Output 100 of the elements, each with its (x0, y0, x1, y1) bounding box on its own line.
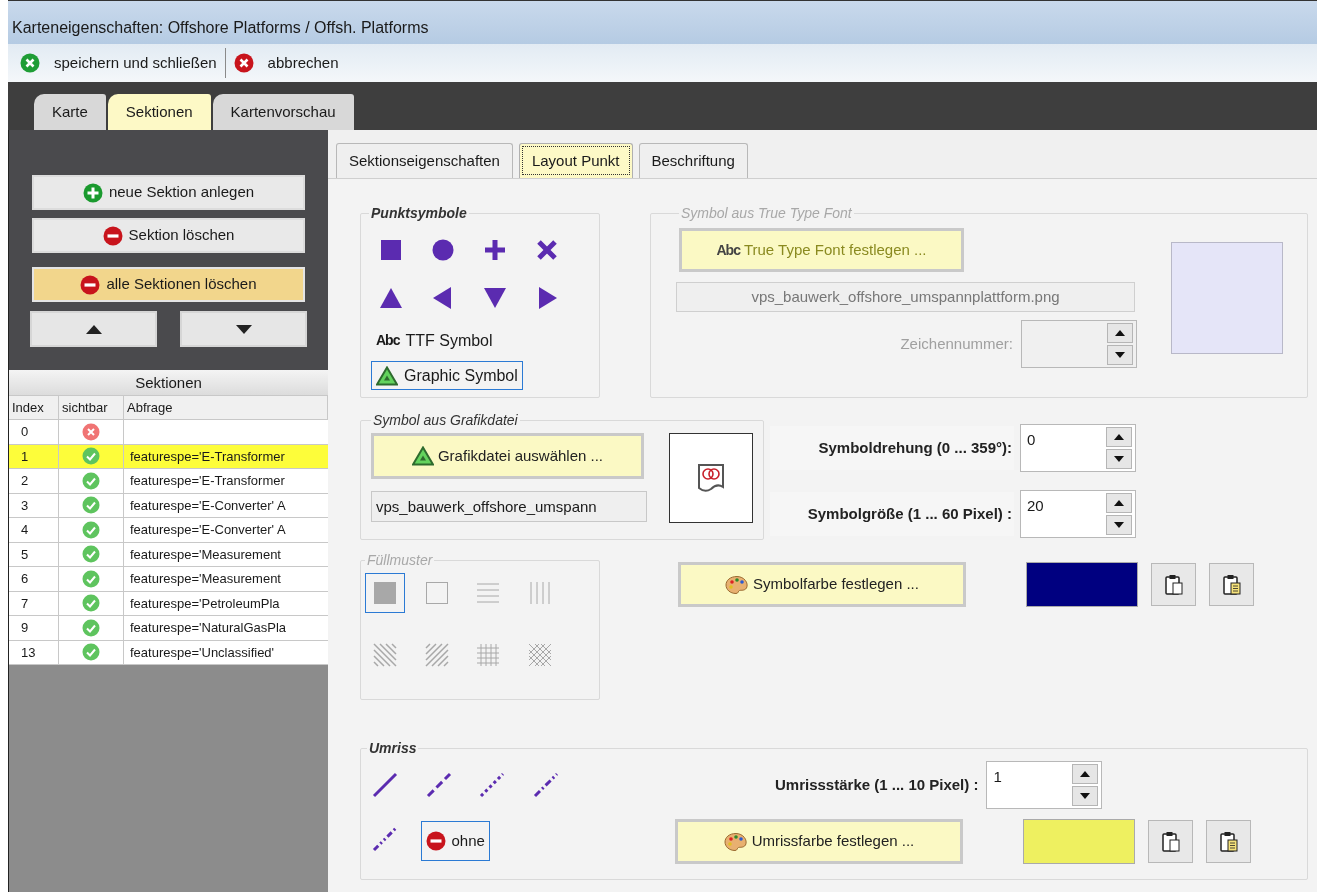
spin-up-button[interactable] (1107, 323, 1133, 343)
platform-icon (697, 463, 725, 493)
spin-down-button[interactable] (1072, 786, 1099, 806)
table-row[interactable]: 7 featurespe='PetroleumPla (9, 591, 328, 616)
choose-file-button[interactable]: Grafikdatei auswählen ... (371, 433, 644, 479)
line-style-icon (372, 826, 398, 852)
line-style-icon (479, 772, 505, 798)
paste-button[interactable] (1209, 563, 1254, 606)
palette-icon (725, 574, 750, 595)
section-button[interactable]: Sektion löschen (32, 218, 305, 253)
tab[interactable]: Sektionen (107, 94, 211, 130)
table-cell: featurespe='Unclassified' (130, 644, 275, 660)
number-spinner[interactable]: 1 (986, 761, 1103, 809)
paste-button[interactable] (1206, 820, 1251, 863)
file-name-field[interactable]: vps_bauwerk_offshore_umspann (371, 491, 647, 522)
spinner-value: 0 (1026, 430, 1036, 450)
tab[interactable]: Layout Punkt (518, 143, 633, 178)
down-arrow-icon (1080, 793, 1091, 799)
spin-up-button[interactable] (1106, 427, 1132, 447)
table-cell: featurespe='NaturalGasPla (130, 620, 287, 635)
pattern-icon (372, 642, 398, 668)
paste-button[interactable] (1148, 820, 1193, 863)
table-cell: featurespe='E-Transformer (130, 448, 285, 464)
group-title: Füllmuster (366, 551, 434, 570)
outline-color-button[interactable]: Umrissfarbe festlegen ... (675, 819, 963, 864)
table-cell: featurespe='Measurement (130, 571, 281, 586)
table-row[interactable]: 3 featurespe='E-Converter' A (9, 493, 328, 518)
clipboard-icon (1162, 572, 1185, 597)
symbol-option[interactable]: Abc TTF Symbol (371, 326, 498, 355)
table-cell: 2 (9, 469, 59, 493)
circle-icon (431, 238, 455, 262)
triangle-up-icon (379, 286, 403, 310)
table-row[interactable]: 0 (9, 420, 328, 445)
close-icon (233, 53, 254, 73)
field-label: Zeichennummer: (900, 333, 1013, 354)
minus-icon (80, 274, 101, 295)
section-button[interactable]: neue Sektion anlegen (32, 175, 305, 210)
up-arrow-icon (1115, 330, 1125, 336)
column-header: Index (9, 396, 59, 419)
paste-button[interactable] (1151, 563, 1196, 606)
table-cell: 3 (9, 493, 59, 517)
up-arrow-icon (1114, 500, 1124, 506)
spinner-value: 1 (992, 767, 1002, 787)
abc-icon: Abc (716, 239, 740, 261)
outline-option[interactable]: ohne (420, 821, 490, 861)
spin-down-button[interactable] (1106, 449, 1132, 469)
font-button[interactable]: Abc True Type Font festlegen ... (679, 228, 964, 272)
pattern-icon (475, 580, 501, 606)
fill-pattern-option[interactable] (365, 573, 405, 613)
pattern-icon (423, 642, 450, 668)
table-row[interactable]: 1 featurespe='E-Transformer (9, 444, 328, 469)
table-cell: featurespe='E-Converter' A (130, 497, 286, 513)
down-arrow-icon (1115, 352, 1125, 358)
window-title: Karteneigenschaften: Offshore Platforms / Offsh. Platforms (12, 18, 429, 38)
up-arrow-icon (85, 324, 102, 334)
tab[interactable]: Beschriftung (638, 143, 748, 178)
line-style-icon (372, 772, 398, 798)
line-style-icon (425, 772, 452, 798)
spin-down-button[interactable] (1107, 345, 1133, 365)
table-row[interactable]: 9 featurespe='NaturalGasPla (9, 616, 328, 641)
table-cell: 9 (9, 616, 59, 640)
table-row[interactable]: 13 featurespe='Unclassified' (9, 640, 328, 665)
pattern-icon (423, 580, 450, 606)
tab[interactable]: Kartenvorschau (212, 94, 354, 130)
close-icon (20, 53, 40, 73)
number-spinner[interactable]: 0 (1020, 424, 1136, 472)
table-cell: 4 (9, 518, 59, 542)
table-row[interactable]: 4 featurespe='E-Converter' A (9, 518, 328, 543)
table-cell: 1 (9, 444, 59, 468)
section-button[interactable]: alle Sektionen löschen (32, 267, 305, 302)
table-row[interactable]: 2 featurespe='E-Transformer (9, 469, 328, 494)
symbol-color-button[interactable]: Symbolfarbe festlegen ... (678, 562, 966, 607)
tab[interactable]: Karte (34, 94, 106, 130)
table-row[interactable]: 5 featurespe='Measurement (9, 542, 328, 567)
tab[interactable]: Sektionseigenschaften (336, 143, 513, 178)
clipboard-icon (1217, 829, 1240, 854)
pattern-icon (475, 642, 501, 668)
line-style-icon (532, 772, 559, 798)
pattern-icon (372, 580, 398, 606)
save-button[interactable]: speichern und schließen (18, 51, 219, 75)
table-cell: featurespe='E-Transformer (130, 473, 285, 488)
group-title: Symbol aus True Type Font (680, 204, 853, 223)
triangle-icon (376, 365, 398, 386)
number-spinner[interactable]: 20 (1020, 490, 1136, 538)
spin-up-button[interactable] (1072, 764, 1099, 784)
spin-up-button[interactable] (1106, 493, 1132, 513)
plus-icon (483, 238, 507, 262)
up-arrow-icon (1114, 434, 1124, 440)
clipboard-icon (1220, 572, 1243, 597)
minus-icon (102, 225, 123, 246)
file-name-field[interactable]: vps_bauwerk_offshore_umspannplattform.png (676, 282, 1135, 312)
down-arrow-icon (235, 324, 252, 334)
cancel-button[interactable]: abbrechen (231, 51, 341, 75)
table-cell: 0 (9, 420, 59, 444)
spin-down-button[interactable] (1106, 515, 1132, 535)
symbol-option[interactable]: Graphic Symbol (371, 361, 523, 390)
table-cell: featurespe='E-Converter' A (130, 522, 286, 537)
up-arrow-icon (1080, 771, 1091, 777)
table-row[interactable]: 6 featurespe='Measurement (9, 567, 328, 592)
pattern-icon (526, 642, 553, 668)
